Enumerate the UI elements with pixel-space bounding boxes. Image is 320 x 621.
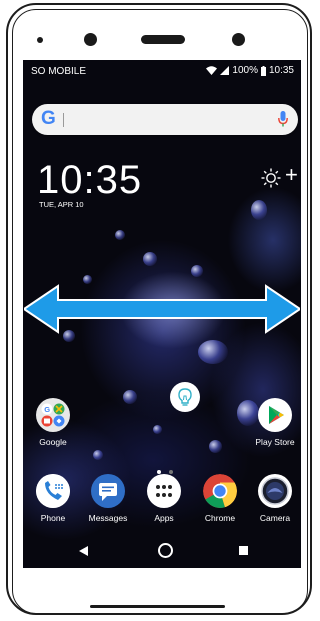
wallpaper-droplet: [209, 440, 222, 453]
status-indicators: 100% 10:35: [206, 65, 294, 76]
front-camera: [84, 33, 97, 46]
app-label: Camera: [259, 513, 291, 523]
add-widget-button[interactable]: +: [285, 162, 298, 188]
back-icon[interactable]: [79, 546, 88, 556]
app-label: Phone: [40, 513, 66, 523]
earpiece: [141, 35, 185, 44]
app-label: Apps: [154, 513, 174, 523]
status-time: 10:35: [268, 65, 294, 76]
tips-bulb-icon[interactable]: [170, 382, 200, 412]
google-logo-icon: G: [41, 108, 56, 129]
apps-grid-icon: [147, 474, 181, 508]
horizontal-swipe-arrow-icon: [24, 284, 300, 334]
search-cursor: [63, 113, 64, 127]
google-folder-icon: G: [36, 398, 70, 432]
wallpaper-droplet: [83, 275, 92, 284]
camera-icon: [258, 474, 292, 508]
clock-time[interactable]: 10:35: [37, 158, 142, 203]
messages-icon: [91, 474, 125, 508]
battery-icon: [260, 65, 266, 76]
home-icon[interactable]: [158, 543, 173, 558]
mic-icon[interactable]: [278, 111, 288, 127]
phone-icon: [36, 474, 70, 508]
status-bar: SO MOBILE 100% 10:35: [23, 60, 301, 82]
dock-chrome[interactable]: Chrome: [190, 474, 250, 523]
play-store-icon: [258, 398, 292, 432]
navigation-bar: [23, 534, 301, 568]
recent-apps-icon[interactable]: [239, 546, 248, 555]
wallpaper-droplet: [93, 450, 103, 460]
dock-phone[interactable]: Phone: [23, 474, 83, 523]
google-search-bar[interactable]: G: [32, 104, 298, 135]
battery-percent: 100%: [232, 65, 258, 76]
bottom-speaker-slot: [90, 605, 225, 608]
wallpaper-droplet: [123, 390, 137, 404]
proximity-sensor: [232, 33, 245, 46]
app-label: Play Store: [255, 437, 295, 447]
dock-messages[interactable]: Messages: [78, 474, 138, 523]
svg-text:G: G: [44, 405, 50, 414]
dock-camera[interactable]: Camera: [245, 474, 301, 523]
lightbulb-icon: [178, 388, 192, 406]
wallpaper-droplet: [198, 340, 228, 364]
app-label: Chrome: [204, 513, 236, 523]
wallpaper-droplet: [115, 230, 125, 240]
wallpaper-droplet: [143, 252, 157, 266]
carrier-name: SO MOBILE: [31, 66, 87, 77]
wallpaper-droplet: [251, 200, 267, 220]
front-sensor: [37, 37, 43, 43]
sun-icon[interactable]: [261, 168, 281, 188]
app-google-folder[interactable]: G Google: [23, 398, 83, 447]
signal-icon: [220, 66, 230, 75]
wallpaper-droplet: [191, 265, 203, 277]
dock-apps[interactable]: Apps: [134, 474, 194, 523]
app-label: Google: [39, 437, 67, 447]
wifi-icon: [206, 66, 218, 75]
app-play-store[interactable]: Play Store: [245, 398, 301, 447]
app-label: Messages: [88, 513, 128, 523]
wallpaper-droplet: [153, 425, 162, 434]
chrome-icon: [203, 474, 237, 508]
clock-date: TUE, APR 10: [39, 200, 84, 209]
